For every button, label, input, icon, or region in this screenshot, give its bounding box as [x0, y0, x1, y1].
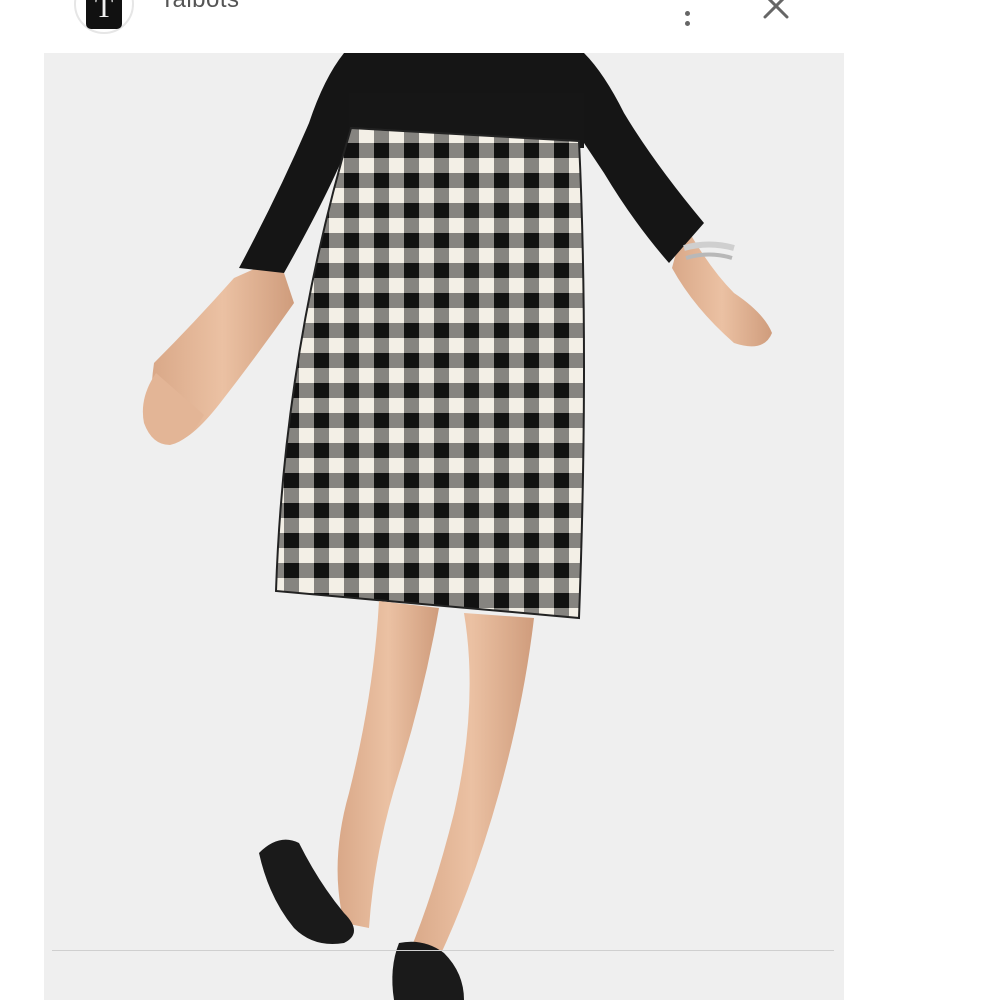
close-button[interactable]	[760, 0, 794, 24]
site-favicon[interactable]: T	[74, 0, 134, 34]
product-image[interactable]	[44, 53, 844, 1000]
more-vertical-icon-dot	[684, 21, 690, 26]
close-icon	[763, 0, 789, 19]
site-title: Talbots	[160, 0, 240, 14]
more-options-button[interactable]	[672, 0, 702, 26]
divider	[52, 950, 834, 951]
skirt-photo	[44, 53, 844, 1000]
browser-header: T Talbots	[0, 0, 1000, 46]
more-vertical-icon	[684, 11, 690, 16]
talbots-logo-icon: T	[86, 0, 122, 29]
